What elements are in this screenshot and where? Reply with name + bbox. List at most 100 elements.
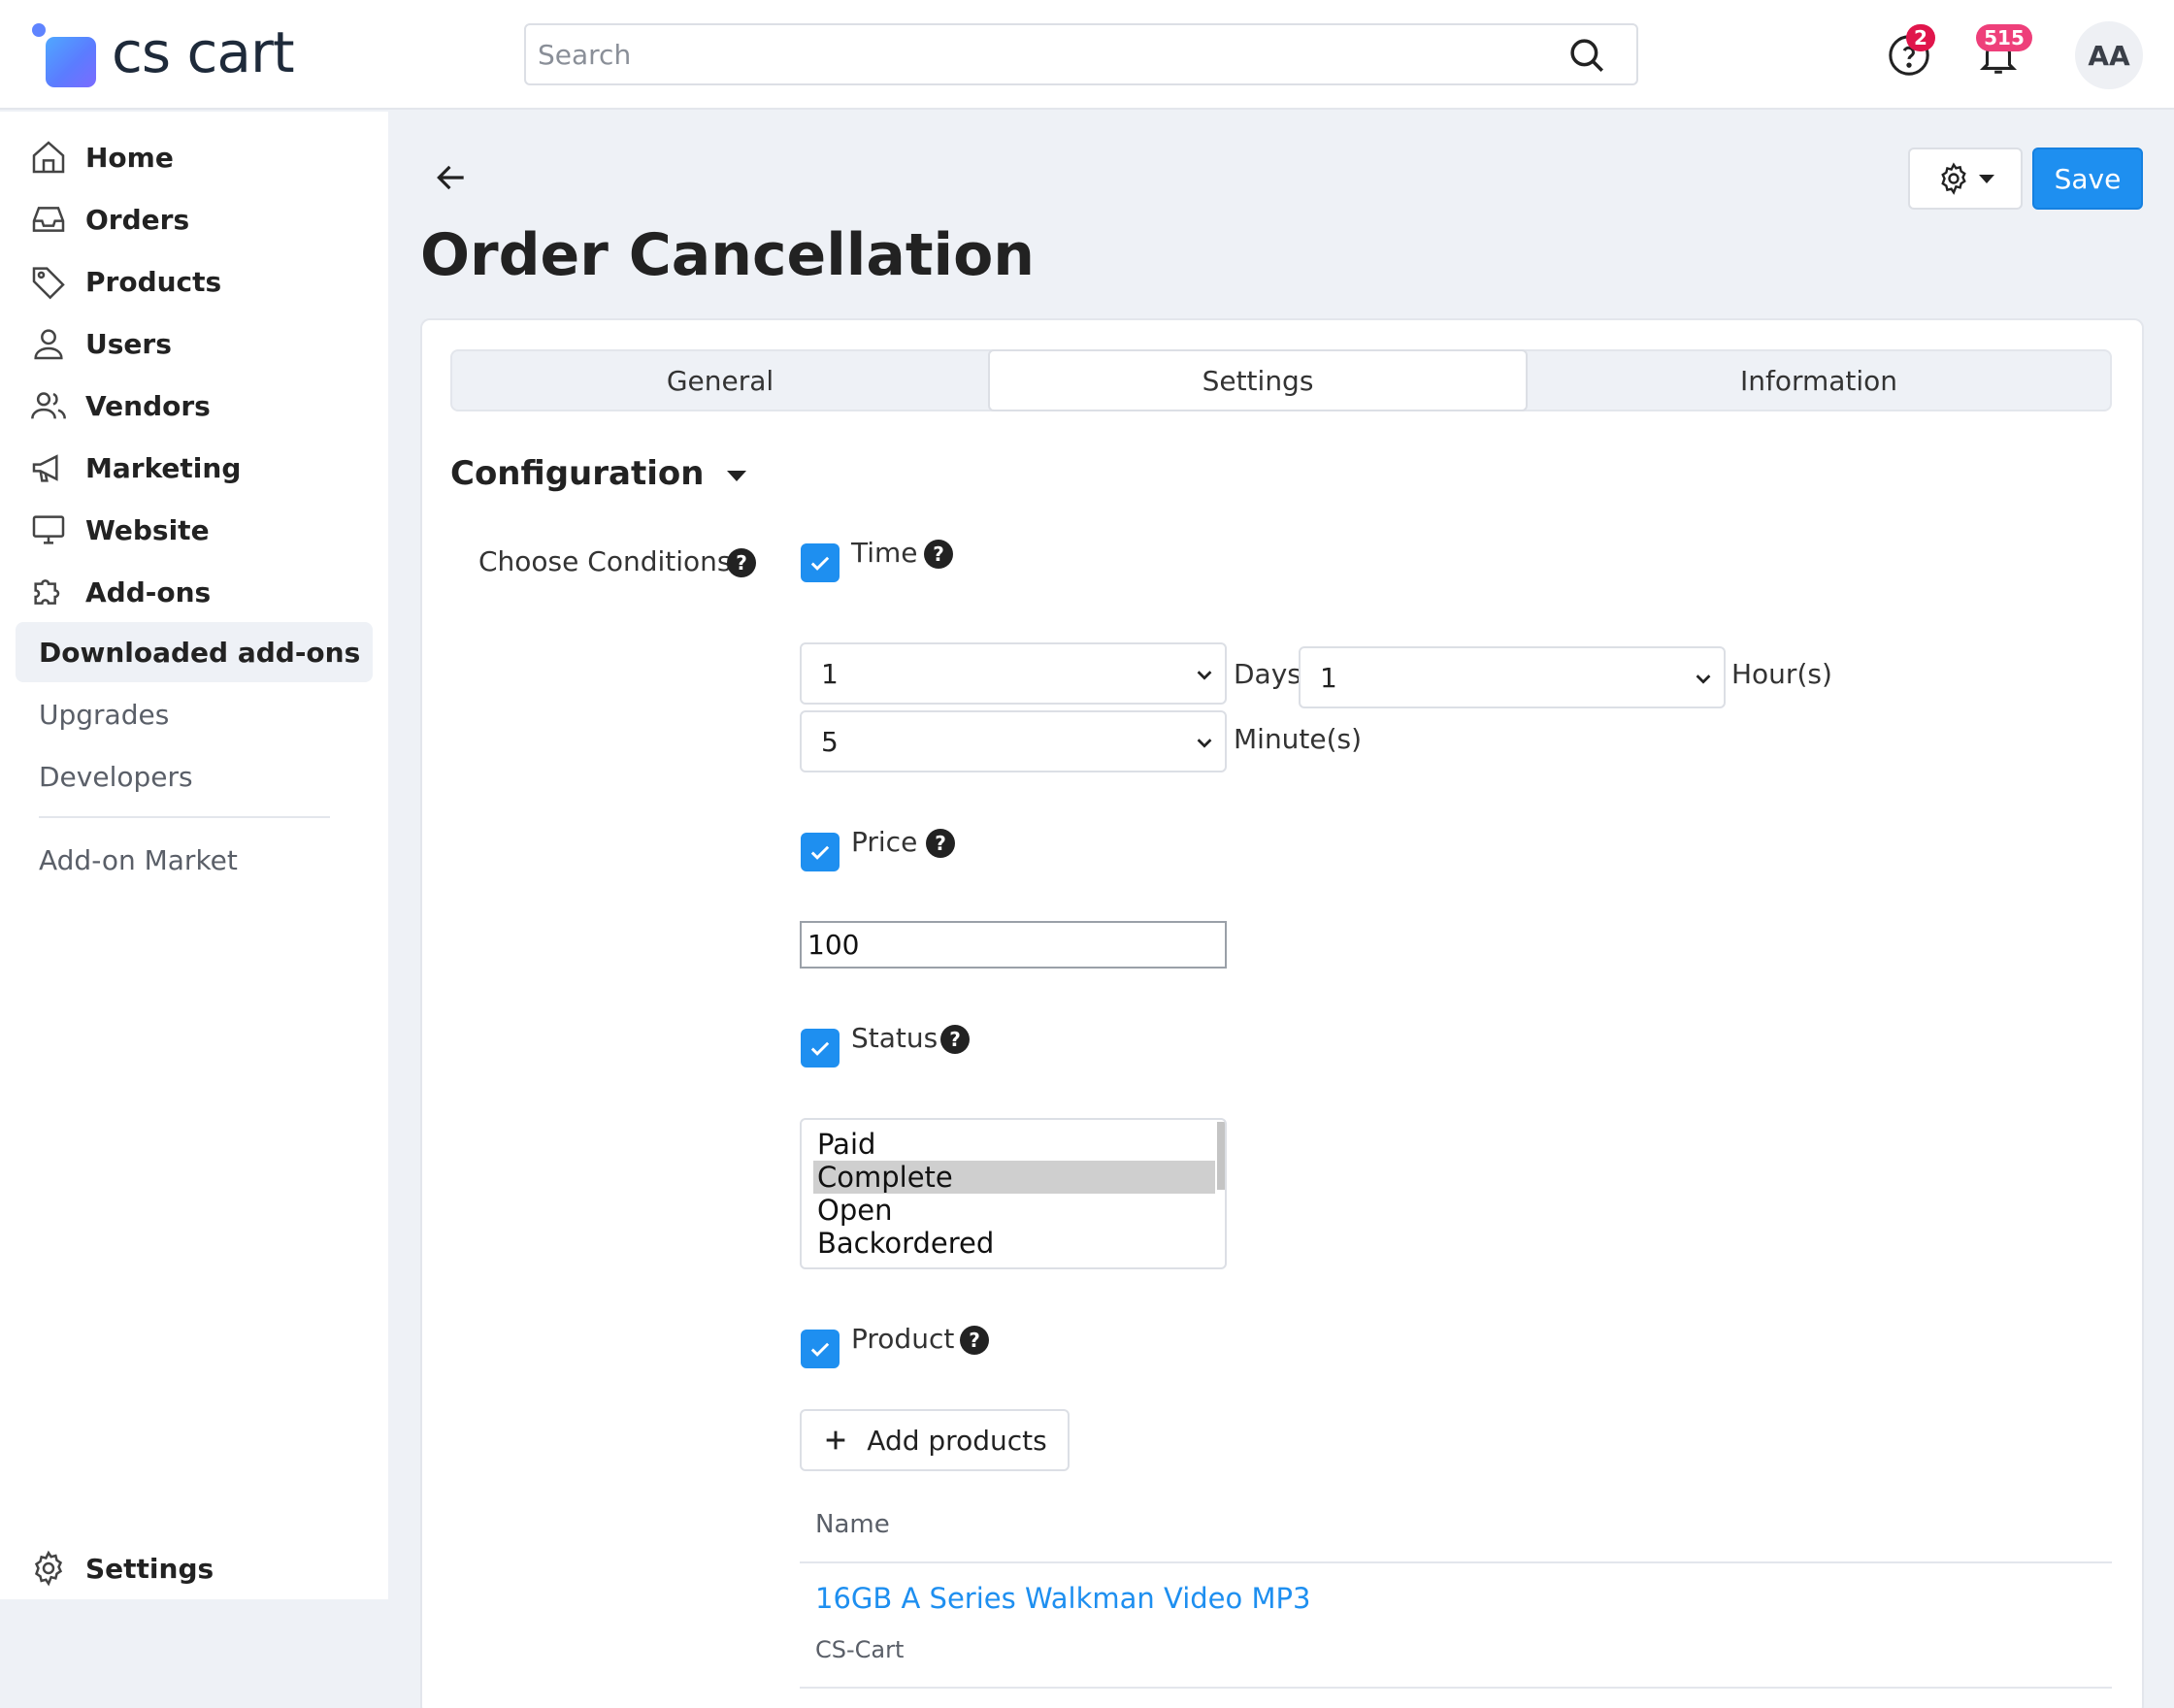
hours-unit-label: Hour(s)	[1731, 658, 1832, 690]
inbox-icon	[32, 207, 65, 232]
sidebar-item-products[interactable]: Products	[29, 256, 221, 307]
product-label: Product	[851, 1323, 955, 1355]
sidebar-divider	[39, 816, 330, 818]
chevron-down-icon	[1197, 739, 1212, 748]
settings-dropdown-button[interactable]	[1908, 148, 2023, 210]
check-icon	[810, 1342, 830, 1357]
status-option-backordered[interactable]: Backordered	[813, 1227, 1215, 1260]
minutes-unit-label: Minute(s)	[1234, 723, 1363, 755]
gear-icon	[34, 1550, 63, 1587]
help-tooltip-icon[interactable]: ?	[960, 1326, 989, 1355]
check-icon	[810, 845, 830, 860]
time-label: Time	[851, 537, 918, 569]
status-checkbox[interactable]	[801, 1029, 840, 1068]
price-label: Price	[851, 826, 918, 858]
sidebar-item-label: Marketing	[85, 451, 242, 484]
product-vendor: CS-Cart	[815, 1636, 905, 1663]
top-header: cs cart AA	[0, 0, 2174, 110]
check-icon	[810, 556, 830, 571]
sidebar: Home Orders Products Users Vendors Marke…	[0, 112, 388, 1599]
sidebar-item-vendors[interactable]: Vendors	[29, 380, 211, 431]
user-icon	[34, 329, 63, 360]
help-tooltip-icon[interactable]: ?	[727, 548, 756, 577]
listbox-scrollbar[interactable]	[1217, 1122, 1225, 1190]
tab-bar: General Settings Information	[450, 349, 2112, 411]
choose-conditions-label: Choose Conditions:	[478, 545, 741, 577]
sidebar-item-home[interactable]: Home	[29, 132, 174, 182]
add-products-button[interactable]: Add products	[800, 1409, 1070, 1471]
users-icon	[31, 392, 66, 419]
sidebar-item-website[interactable]: Website	[29, 505, 210, 555]
sidebar-item-orders[interactable]: Orders	[29, 194, 189, 245]
add-products-label: Add products	[867, 1424, 1047, 1457]
search-icon[interactable]	[1566, 35, 1607, 76]
price-checkbox[interactable]	[801, 833, 840, 871]
sidebar-item-label: Add-ons	[85, 575, 212, 608]
days-value: 1	[821, 657, 839, 690]
help-tooltip-icon[interactable]: ?	[926, 829, 955, 858]
sidebar-item-label: Users	[85, 327, 172, 360]
sidebar-item-label: Home	[85, 141, 174, 174]
status-multiselect[interactable]: Paid Complete Open Backordered	[800, 1118, 1227, 1269]
gear-icon	[1941, 162, 1966, 195]
sidebar-item-label: Settings	[85, 1552, 214, 1585]
sidebar-item-addons[interactable]: Add-ons	[29, 567, 211, 617]
logo-square	[46, 37, 96, 87]
save-button[interactable]: Save	[2032, 148, 2143, 210]
tab-settings[interactable]: Settings	[988, 349, 1528, 411]
notifications-badge: 515	[1976, 24, 2032, 51]
days-select[interactable]: 1	[800, 642, 1227, 705]
days-unit-label: Days	[1234, 658, 1301, 690]
price-input[interactable]: 100	[800, 921, 1227, 969]
sidebar-subitem-upgrades[interactable]: Upgrades	[16, 684, 373, 744]
column-header-name: Name	[815, 1510, 890, 1539]
time-checkbox[interactable]	[801, 543, 840, 582]
puzzle-icon	[34, 579, 60, 605]
minutes-select[interactable]: 5	[800, 710, 1227, 772]
sidebar-item-label: Orders	[85, 203, 190, 236]
sidebar-item-users[interactable]: Users	[29, 318, 172, 369]
hours-value: 1	[1320, 661, 1337, 694]
status-label: Status	[851, 1022, 939, 1054]
status-option-paid[interactable]: Paid	[813, 1128, 1215, 1161]
sidebar-subitem-addon-market[interactable]: Add-on Market	[16, 830, 373, 890]
logo-text: cs cart	[112, 19, 295, 85]
help-tooltip-icon[interactable]: ?	[940, 1025, 970, 1054]
search-input[interactable]	[538, 33, 1547, 76]
chevron-down-icon	[1197, 671, 1212, 680]
chevron-down-icon	[1696, 674, 1711, 684]
product-checkbox[interactable]	[801, 1330, 840, 1368]
section-title: Configuration	[450, 454, 705, 493]
tag-icon	[32, 267, 65, 300]
plus-icon	[826, 1430, 845, 1450]
status-option-complete[interactable]: Complete	[813, 1161, 1215, 1194]
avatar[interactable]: AA	[2075, 21, 2143, 89]
sidebar-item-label: Website	[85, 513, 210, 546]
sidebar-item-settings[interactable]: Settings	[29, 1543, 214, 1593]
back-arrow-icon[interactable]	[433, 159, 470, 196]
monitor-icon	[32, 515, 65, 544]
status-option-open[interactable]: Open	[813, 1194, 1215, 1227]
section-configuration[interactable]: Configuration	[450, 454, 747, 493]
help-badge: 2	[1906, 24, 1935, 51]
content-card	[420, 318, 2144, 1708]
product-link[interactable]: 16GB A Series Walkman Video MP3	[815, 1582, 1310, 1615]
help-tooltip-icon[interactable]: ?	[924, 540, 953, 569]
page-title: Order Cancellation	[420, 221, 1036, 289]
megaphone-icon	[32, 454, 58, 482]
sidebar-subitem-downloaded-addons[interactable]: Downloaded add-ons	[16, 622, 373, 682]
hours-select[interactable]: 1	[1299, 646, 1726, 708]
caret-down-icon	[727, 470, 747, 481]
table-divider	[800, 1687, 2112, 1689]
search-box	[524, 23, 1638, 85]
home-icon	[32, 141, 65, 174]
sidebar-item-label: Vendors	[85, 389, 211, 422]
logo-dot	[32, 23, 46, 37]
check-icon	[810, 1041, 830, 1056]
tab-information[interactable]: Information	[1528, 351, 2110, 410]
sidebar-item-marketing[interactable]: Marketing	[29, 443, 241, 493]
caret-down-icon	[1979, 174, 1994, 183]
sidebar-subitem-developers[interactable]: Developers	[16, 746, 373, 806]
sidebar-item-label: Products	[85, 265, 222, 298]
tab-general[interactable]: General	[452, 351, 988, 410]
